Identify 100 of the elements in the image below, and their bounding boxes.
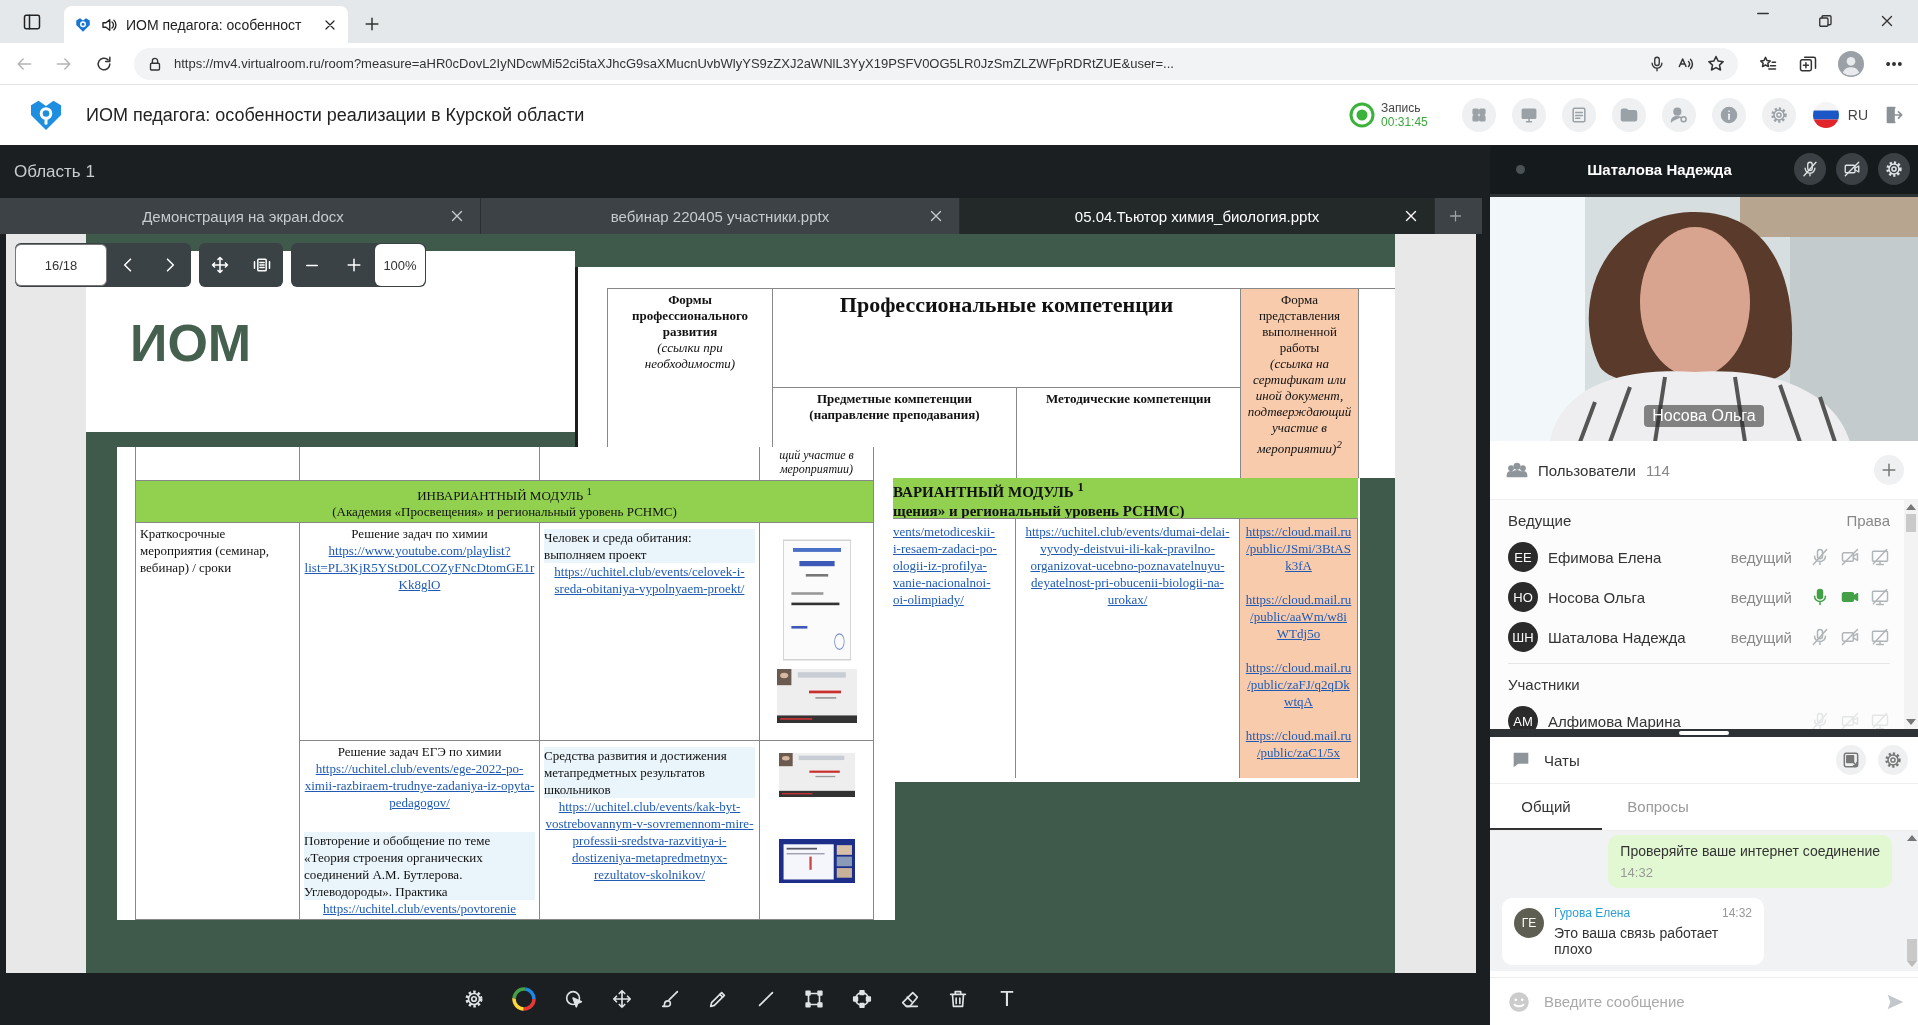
user-settings-icon	[1668, 105, 1689, 125]
trash-icon[interactable]	[947, 988, 969, 1010]
message-time: 14:32	[1721, 906, 1752, 920]
section-title: Ведущие	[1508, 512, 1572, 530]
column-heading: Права	[1846, 512, 1890, 530]
certificate-link[interactable]: https://cloud.mail.ru/public/zaC1/5x	[1244, 727, 1353, 761]
layout-button[interactable]	[1461, 98, 1496, 132]
camera-off-icon[interactable]	[1840, 711, 1860, 730]
settings-icon[interactable]	[463, 988, 485, 1010]
profile-icon[interactable]	[1838, 50, 1864, 77]
recording-icon[interactable]	[1349, 102, 1376, 128]
area-title: Область 1	[13, 160, 96, 183]
restore-icon[interactable]	[1816, 12, 1834, 30]
info-icon	[1718, 105, 1739, 125]
settings-icon	[1768, 105, 1789, 125]
page-field[interactable]: 16/18	[15, 244, 107, 286]
shape-icon[interactable]	[851, 988, 873, 1010]
browser-tab[interactable]: ИОМ педагога: особенност	[64, 6, 348, 43]
popout-button[interactable]	[1836, 745, 1866, 775]
screen-off-icon[interactable]	[1870, 711, 1890, 730]
user-name[interactable]: Ефимова Елена	[1548, 548, 1721, 566]
info-button[interactable]	[1711, 98, 1746, 132]
document-tab[interactable]: 05.04.Тьютор химия_биология.pptx	[960, 198, 1435, 234]
module-title: ИНВАРИАНТНЫЙ МОДУЛЬ $^{1}$	[416, 484, 593, 505]
recording-time: 00:31:45	[1381, 115, 1428, 129]
user-role: ведущий	[1730, 588, 1792, 606]
scroll-down-icon[interactable]	[1906, 719, 1916, 726]
certificate-link[interactable]: https://cloud.mail.ru/public/zaFJ/q2qDkwtqA	[1244, 659, 1353, 710]
event-title: Решение задач по химии	[350, 525, 489, 543]
scroll-thumb[interactable]	[1906, 514, 1916, 533]
scroll-up-icon[interactable]	[1906, 504, 1916, 511]
settings-button[interactable]	[1878, 153, 1910, 186]
zoom-field[interactable]: 100%	[375, 244, 425, 286]
user-count: 114	[1645, 461, 1671, 479]
speaker-name: Шаталова Надежда	[1586, 160, 1733, 178]
camera-button[interactable]	[1836, 153, 1868, 186]
event-link[interactable]: https://www.youtube.com/playlist?list=PL3KjR5YStD0LCOZyFNcDtomGE1rKk8glO	[304, 542, 535, 594]
folder-icon	[1618, 105, 1639, 125]
event-title: Человек и среда обитания: выполняем проект	[544, 529, 755, 564]
user-role: ведущий	[1730, 628, 1792, 646]
brush-icon[interactable]	[659, 988, 681, 1010]
user-settings-button[interactable]	[1661, 98, 1696, 132]
user-name[interactable]: Носова Ольга	[1548, 588, 1721, 606]
address-field[interactable]: https://mv4.virtualroom.ru/room?measure=aHR0cDovL2IyNDcwMi52ci5taXJhcG9saXMucnUvbWlyYS9zZXJ2aWNlL3YyX19PSFV0OG5LR0JzSmZLZWFpRDRtZUE&user=...	[134, 47, 1738, 80]
language-label[interactable]: RU	[1847, 107, 1868, 123]
event-link[interactable]: https://uchitel.club/events/celovek-i-sreda-obitaniya-vypolnyaem-proekt/	[544, 563, 755, 598]
microphone-off-icon	[1801, 160, 1819, 179]
scroll-thumb[interactable]	[1907, 939, 1917, 961]
add-button[interactable]	[1874, 455, 1904, 486]
camera-off-icon	[1843, 160, 1861, 179]
event-title: Решение задач ЕГЭ по химии	[336, 743, 503, 761]
microphone-off-icon[interactable]	[1810, 711, 1830, 730]
column-heading: Формы профессионального развития	[631, 292, 749, 340]
fit-page-icon	[252, 255, 272, 275]
column-note: (ссылки при необходимости)	[643, 340, 737, 372]
event-link[interactable]: https://uchitel.club/events/ege-2022-po-ximii-razbiraem-trudnye-zadaniya-iz-opyta-pedagogov/	[304, 760, 535, 812]
scrollbar[interactable]	[1904, 500, 1918, 730]
user-avatar: ЕЕ	[1508, 542, 1538, 573]
event-link[interactable]: https://uchitel.club/events/kak-byt-vostrebovannym-v-sovremennom-mire-professii-sredstva-razvitiya-i-dostizeniya-metapredmetnyx-rezultatov-skolnikov/	[544, 798, 755, 884]
popout-icon	[1841, 750, 1861, 770]
document-button[interactable]	[1561, 98, 1596, 132]
module-subtitle: (Академия «Просвещения» и региональный уровень РСНМС)	[331, 504, 678, 521]
message-author: Гурова Елена	[1554, 906, 1631, 920]
user-avatar: АМ	[1508, 706, 1538, 730]
text-tool[interactable]: T	[995, 986, 1019, 1012]
settings-icon	[1883, 750, 1903, 770]
message-time: 14:32	[1620, 865, 1654, 880]
event-link[interactable]: https://uchitel.club/events/dumai-delai-vyvody-deistvui-ili-kak-pravilno-organizovat-ucebno-poznavatelnuyu-deyatelnost-pri-obucenii-biologii-na-urokax/	[1020, 523, 1235, 608]
event-link[interactable]: https://uchitel.club/events/povtorenie	[304, 900, 535, 918]
user-name[interactable]: Алфимова Марина	[1548, 712, 1800, 730]
users-title: Пользователи	[1538, 461, 1636, 479]
user-avatar: ШН	[1508, 622, 1538, 653]
color-picker-icon[interactable]	[511, 986, 537, 1012]
minimize-icon[interactable]	[1754, 12, 1772, 15]
move-icon[interactable]	[611, 988, 633, 1010]
folder-button[interactable]	[1611, 98, 1646, 132]
user-avatar: ГЕ	[1514, 908, 1544, 938]
event-link[interactable]: vents/metodiceskii- i-resaem-zadaci-po- ologii-iz-profilya- vanie-nacionalnoi- oi-olimpiady/	[893, 523, 1011, 608]
event-title: Повторение и обобщение по теме «Теория строения органических соединений А.М. Бутлерова. Углеводороды». Практика	[304, 832, 535, 901]
resize-handle[interactable]	[1679, 731, 1729, 735]
flag-icon[interactable]	[1811, 101, 1840, 129]
favorite-icon[interactable]	[1706, 53, 1726, 74]
scroll-up-icon[interactable]	[1907, 835, 1917, 841]
message-text: Это ваша связь работает плохо	[1554, 925, 1720, 957]
column-heading: Форма представления выполненной работы	[1257, 292, 1342, 356]
screen-share-button[interactable]	[1511, 98, 1546, 132]
pointer-icon[interactable]	[563, 988, 585, 1010]
user-role: ведущий	[1730, 548, 1792, 566]
user-name[interactable]: Шаталова Надежда	[1548, 628, 1721, 646]
fit-width-icon	[210, 255, 230, 275]
certificate-link[interactable]: https://cloud.mail.ru/public/JSmi/3BtASk3fA	[1244, 523, 1353, 574]
mute-button[interactable]	[1794, 153, 1826, 186]
row-label: Краткосрочные мероприятия (семинар, вебинар) / сроки	[140, 526, 269, 576]
message-text: Проверяйте ваше интернет соединение	[1620, 843, 1880, 859]
message-field[interactable]: Введите сообщение	[1542, 992, 1874, 1011]
room-title: ИОМ педагога: особенности реализации в Курской области	[86, 104, 586, 126]
column-note: (ссылка на сертификат или иной документ, подтверждающий участие в мероприятии)$^{2}$	[1246, 356, 1353, 458]
crop-icon[interactable]	[803, 988, 825, 1010]
certificate-link[interactable]: https://cloud.mail.ru/public/aaWm/w8iWTdj5o	[1244, 591, 1353, 642]
slide-title: ИОМ	[130, 313, 253, 373]
